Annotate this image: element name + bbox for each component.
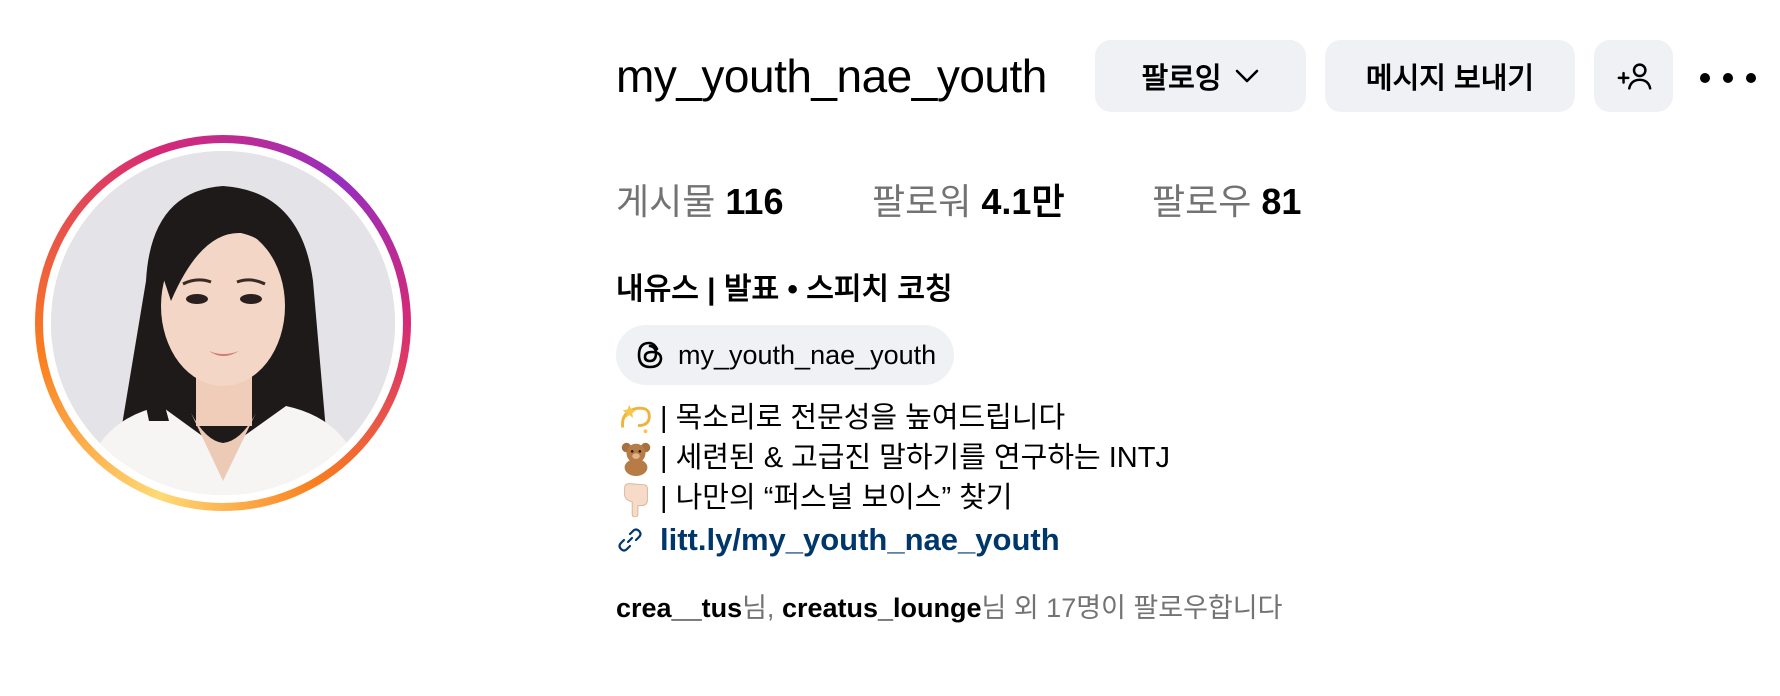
chevron-down-icon bbox=[1235, 69, 1258, 83]
followers-count[interactable]: 팔로워 4.1만 bbox=[872, 178, 1065, 226]
posts-count: 게시물 116 bbox=[616, 178, 783, 226]
following-label: 팔로우 bbox=[1152, 181, 1252, 222]
more-dot-icon bbox=[1723, 73, 1733, 83]
followed-by-separator: 님, bbox=[742, 593, 782, 623]
dizzy-star-icon bbox=[616, 398, 656, 438]
send-message-label: 메시지 보내기 bbox=[1365, 63, 1535, 95]
following-count[interactable]: 팔로우 81 bbox=[1152, 178, 1301, 226]
bio-line: | 나만의 “퍼스널 보이스” 찾기 bbox=[616, 478, 1170, 518]
bio: | 목소리로 전문성을 높여드립니다 | 세련된 & 고급진 말하기를 연구하는… bbox=[616, 398, 1170, 518]
following-value: 81 bbox=[1261, 181, 1302, 222]
posts-label: 게시물 bbox=[616, 181, 716, 222]
link-icon bbox=[618, 528, 642, 552]
threads-icon bbox=[637, 341, 663, 369]
username-heading: my_youth_nae_youth bbox=[616, 50, 1047, 102]
bio-line-text: | 세련된 & 고급진 말하기를 연구하는 INTJ bbox=[660, 442, 1170, 474]
followers-value: 4.1만 bbox=[981, 181, 1065, 222]
bio-link-row: litt.ly/my_youth_nae_youth bbox=[616, 518, 1060, 562]
bio-line: | 세련된 & 고급진 말하기를 연구하는 INTJ bbox=[616, 438, 1170, 478]
add-person-icon bbox=[1617, 63, 1651, 90]
following-dropdown-button[interactable]: 팔로잉 bbox=[1095, 40, 1306, 112]
bio-line: | 목소리로 전문성을 높여드립니다 bbox=[616, 398, 1170, 438]
more-dot-icon bbox=[1746, 73, 1756, 83]
suggest-user-button[interactable] bbox=[1594, 40, 1673, 112]
avatar-story-ring[interactable] bbox=[35, 135, 411, 511]
avatar-portrait-image bbox=[51, 151, 395, 495]
followed-by-text[interactable]: crea__tus님, creatus_lounge님 외 17명이 팔로우합니… bbox=[616, 590, 1282, 626]
bio-line-text: | 목소리로 전문성을 높여드립니다 bbox=[660, 402, 1066, 434]
threads-handle: my_youth_nae_youth bbox=[678, 339, 937, 370]
avatar[interactable] bbox=[51, 151, 395, 495]
send-message-button[interactable]: 메시지 보내기 bbox=[1325, 40, 1575, 112]
followed-by-user[interactable]: crea__tus bbox=[616, 593, 742, 623]
profile-full-name: 내유스 | 발표 • 스피치 코칭 bbox=[616, 273, 953, 306]
teddy-bear-icon bbox=[616, 438, 656, 478]
posts-value: 116 bbox=[725, 181, 784, 222]
followed-by-suffix: 님 외 17명이 팔로우합니다 bbox=[981, 593, 1283, 623]
bio-external-link[interactable]: litt.ly/my_youth_nae_youth bbox=[660, 522, 1060, 558]
followers-label: 팔로워 bbox=[872, 181, 972, 222]
followed-by-user[interactable]: creatus_lounge bbox=[782, 593, 982, 623]
pointing-hand-icon bbox=[616, 478, 656, 518]
threads-badge[interactable]: my_youth_nae_youth bbox=[616, 325, 955, 385]
following-button-label: 팔로잉 bbox=[1141, 63, 1222, 95]
bio-line-text: | 나만의 “퍼스널 보이스” 찾기 bbox=[660, 482, 1013, 514]
more-dot-icon bbox=[1700, 73, 1710, 83]
more-options-button[interactable] bbox=[1700, 58, 1756, 98]
